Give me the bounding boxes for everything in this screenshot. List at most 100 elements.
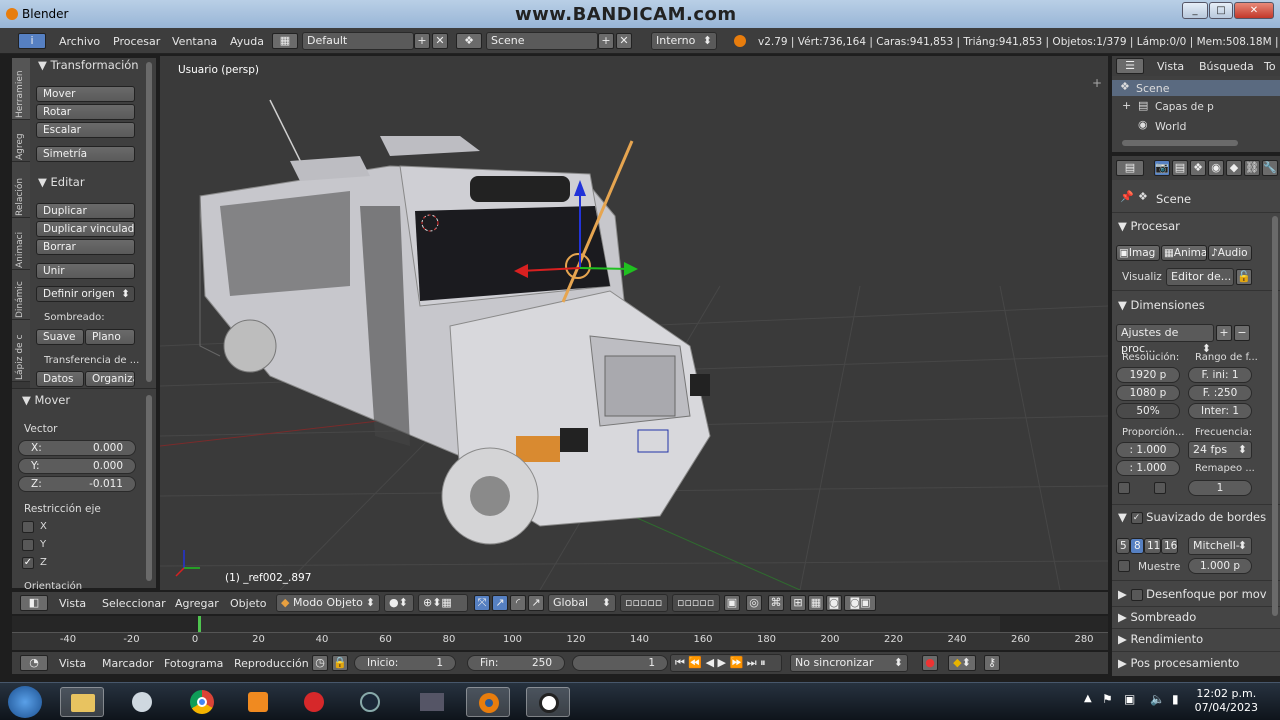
scene-selector-icon[interactable]: ❖ xyxy=(456,33,482,49)
sync-mode-dropdown[interactable]: No sincronizar ⬍ xyxy=(790,654,908,672)
aa-samples-5[interactable]: 5 xyxy=(1116,538,1130,554)
dimensions-panel-header[interactable]: ▼ Dimensiones xyxy=(1118,298,1205,312)
shelf-scrollbar[interactable] xyxy=(146,62,152,382)
render-preview-icon[interactable]: ◙ xyxy=(826,595,842,611)
render-image-button[interactable]: ▣Imag xyxy=(1116,245,1160,261)
preview-range-icon[interactable]: ◷ xyxy=(312,655,328,671)
layer-lock-icon[interactable]: ▣ xyxy=(724,595,740,611)
vector-y-field[interactable]: Y: 0.000 xyxy=(18,458,136,474)
frame-step-field[interactable]: Inter: 1 xyxy=(1188,403,1252,419)
paint-app-icon[interactable] xyxy=(120,687,164,717)
tab-herramientas[interactable]: Herramien xyxy=(12,58,30,120)
constraint-y-checkbox[interactable] xyxy=(22,539,34,551)
outliner-hscroll[interactable] xyxy=(1122,140,1238,146)
editor-type-3d-icon[interactable]: ◧ xyxy=(20,595,48,611)
snap-element-icon[interactable]: ⊞ xyxy=(790,595,806,611)
full-sample-checkbox[interactable] xyxy=(1118,560,1130,572)
operator-scrollbar[interactable] xyxy=(146,395,152,581)
keying-set-icon[interactable]: ◆⬍ xyxy=(948,655,976,671)
transform-orientation-dropdown[interactable]: Global ⬍ xyxy=(548,594,616,612)
chrome-icon[interactable] xyxy=(180,687,224,717)
minimize-button[interactable]: _ xyxy=(1182,2,1208,19)
playback-controls[interactable]: ⏮ ⏪ ◀ ▶ ⏩ ⏭ ⏸ xyxy=(670,654,782,672)
outliner-row-layers[interactable]: + ▤ Capas de p xyxy=(1112,99,1280,115)
render-tab-icon[interactable]: 📷 xyxy=(1154,160,1170,176)
outliner-row-scene[interactable]: ❖ Scene xyxy=(1112,80,1280,96)
delete-button[interactable]: Borrar xyxy=(36,239,135,255)
steam-icon[interactable] xyxy=(348,687,392,717)
rotate-manipulator-icon[interactable]: ◜ xyxy=(510,595,526,611)
data-transfer-button[interactable]: Datos xyxy=(36,371,84,387)
remove-preset-icon[interactable]: − xyxy=(1234,325,1250,341)
tab-agregar[interactable]: Agreg xyxy=(12,120,30,162)
keyframe-type-icon[interactable]: ⚷ xyxy=(984,655,1000,671)
scale-manipulator-icon[interactable]: ↗ xyxy=(528,595,544,611)
resolution-y-field[interactable]: 1080 p xyxy=(1116,385,1180,401)
bandicam-icon[interactable] xyxy=(292,687,336,717)
frame-start-field[interactable]: F. ini: 1 xyxy=(1188,367,1252,383)
tab-relacion[interactable]: Relación xyxy=(12,162,30,218)
current-frame-field[interactable]: 1 xyxy=(572,655,668,671)
add-preset-icon[interactable]: + xyxy=(1216,325,1232,341)
system-clock[interactable]: 12:02 p.m. 07/04/2023 xyxy=(1195,687,1258,715)
layers-grid-b[interactable]: ▫▫▫▫▫ xyxy=(672,594,720,612)
scene-tab-icon[interactable]: ❖ xyxy=(1190,160,1206,176)
screen-layout-icon[interactable]: ▦ xyxy=(272,33,298,49)
join-button[interactable]: Unir xyxy=(36,263,135,279)
menu-ventana[interactable]: Ventana xyxy=(172,35,217,48)
snap-target-icon[interactable]: ▦ xyxy=(808,595,824,611)
power-icon[interactable]: ▣ xyxy=(1124,692,1135,706)
editor-type-properties-icon[interactable]: ▤ xyxy=(1116,160,1144,176)
menu-busqueda[interactable]: Búsqueda xyxy=(1199,60,1254,73)
remove-layout-icon[interactable]: ✕ xyxy=(432,33,448,49)
tray-expand-icon[interactable]: ▲ xyxy=(1084,693,1092,704)
menu-fotograma[interactable]: Fotograma xyxy=(164,657,223,670)
layout-field[interactable]: Default xyxy=(302,32,414,50)
layers-tab-icon[interactable]: ▤ xyxy=(1172,160,1188,176)
resolution-percent-slider[interactable]: 50% xyxy=(1116,403,1180,419)
panel-edit-header[interactable]: ▼ Editar xyxy=(38,175,85,189)
volume-icon[interactable]: 🔈 xyxy=(1150,692,1165,706)
opengl-render-icon[interactable]: ◙▣ xyxy=(844,595,876,611)
menu-procesar[interactable]: Procesar xyxy=(113,35,160,48)
mirror-button[interactable]: Simetría xyxy=(36,146,135,162)
add-scene-icon[interactable]: + xyxy=(598,33,614,49)
scale-button[interactable]: Escalar xyxy=(36,122,135,138)
render-panel-header[interactable]: ▼ Procesar xyxy=(1118,219,1180,233)
antialiasing-panel-header[interactable]: ▼ ✓ Suavizado de bordes xyxy=(1118,510,1266,524)
pivot-point-dropdown[interactable]: ⊕⬍▦ xyxy=(418,594,468,612)
antialiasing-checkbox[interactable]: ✓ xyxy=(1130,511,1143,524)
render-audio-button[interactable]: ♪Audio xyxy=(1208,245,1252,261)
menu-agregar[interactable]: Agregar xyxy=(175,597,219,610)
motion-blur-panel-header[interactable]: ▶ Desenfoque por mov xyxy=(1118,587,1267,601)
fps-dropdown[interactable]: 24 fps ⬍ xyxy=(1188,441,1252,459)
outliner-row-world[interactable]: ◉ World xyxy=(1112,118,1280,134)
expand-icon[interactable]: + xyxy=(1122,99,1131,112)
menu-marcador[interactable]: Marcador xyxy=(102,657,154,670)
move-button[interactable]: Mover xyxy=(36,86,135,102)
object-tab-icon[interactable]: ◆ xyxy=(1226,160,1242,176)
performance-panel-header[interactable]: ▶ Rendimiento xyxy=(1118,632,1203,646)
record-keyframe-icon[interactable]: ● xyxy=(922,655,938,671)
recorder-taskbar-icon[interactable] xyxy=(526,687,570,717)
post-processing-panel-header[interactable]: ▶ Pos procesamiento xyxy=(1118,656,1239,670)
manipulator-toggle-icon[interactable]: ⤧ xyxy=(474,595,490,611)
menu-outliner-more[interactable]: To xyxy=(1264,60,1276,73)
tab-animacion[interactable]: Animaci xyxy=(12,218,30,270)
constraint-z-checkbox[interactable]: ✓ xyxy=(22,557,34,569)
game-app-icon[interactable] xyxy=(410,687,454,717)
constraints-tab-icon[interactable]: ⛓ xyxy=(1244,160,1260,176)
action-center-icon[interactable]: ⚑ xyxy=(1102,692,1113,706)
menu-objeto[interactable]: Objeto xyxy=(230,597,267,610)
organize-button[interactable]: Organiza xyxy=(85,371,135,387)
add-layout-icon[interactable]: + xyxy=(414,33,430,49)
timeline-area[interactable]: -40 -20 0 20 40 60 80 100 120 140 160 180 200 220 240 2… xyxy=(12,616,1108,650)
close-button[interactable]: ✕ xyxy=(1234,2,1274,19)
duplicate-button[interactable]: Duplicar xyxy=(36,203,135,219)
proportional-edit-icon[interactable]: ◎ xyxy=(746,595,762,611)
menu-reproduccion[interactable]: Reproducción xyxy=(234,657,309,670)
menu-vista[interactable]: Vista xyxy=(59,597,86,610)
scene-field[interactable]: Scene xyxy=(486,32,598,50)
layers-grid-a[interactable]: ▫▫▫▫▫ xyxy=(620,594,668,612)
translate-manipulator-icon[interactable]: ↗ xyxy=(492,595,508,611)
